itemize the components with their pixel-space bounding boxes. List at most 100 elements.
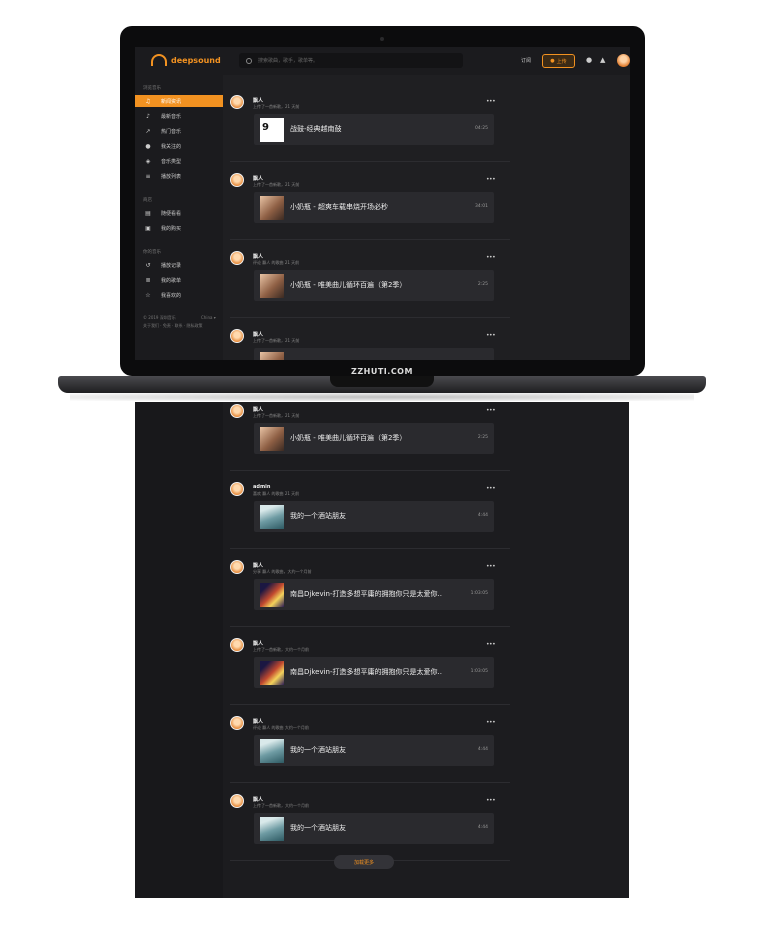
note-icon: ♪ <box>146 112 150 120</box>
queue-icon: ≣ <box>145 276 151 284</box>
post-username[interactable]: 飘人 <box>253 175 263 182</box>
more-options-icon[interactable]: ••• <box>486 641 496 648</box>
language-selector[interactable]: China ▾ <box>201 315 216 320</box>
track-title[interactable]: 小奶瓶 - 超爽车载串烧开场必秒 <box>290 202 388 212</box>
logo[interactable]: deepsound <box>151 54 221 66</box>
bag-icon: ▣ <box>145 224 151 232</box>
chart-icon: ↗ <box>145 127 151 135</box>
track-card[interactable]: 9 战鼓-经典越南鼓 04:25 <box>254 114 494 145</box>
post-divider <box>230 317 510 318</box>
sidebar-item[interactable]: ↗ 热门音乐 <box>135 125 223 137</box>
more-options-icon[interactable]: ••• <box>486 485 496 492</box>
track-title[interactable]: 我的一个酒站朋友 <box>290 823 346 833</box>
track-cover[interactable] <box>260 661 284 685</box>
post-avatar[interactable] <box>230 482 244 496</box>
post-username[interactable]: 飘人 <box>253 331 263 338</box>
track-card[interactable]: 小奶瓶 - 唯美曲儿循环百遍（第2季） 2:25 <box>254 423 494 454</box>
sidebar-item[interactable]: ♪ 最新音乐 <box>135 110 223 122</box>
post-meta: 上传了一首新歌，大约一个月前 <box>253 647 309 652</box>
track-title[interactable]: 南昌Djkevin-打造多想平庸的拥抱你只是太爱你.. <box>290 667 442 677</box>
track-title[interactable]: 小奶瓶 - 唯美曲儿循环百遍（第2季） <box>290 280 406 290</box>
track-cover[interactable] <box>260 274 284 298</box>
track-cover[interactable] <box>260 739 284 763</box>
post-avatar[interactable] <box>230 404 244 418</box>
track-card[interactable]: 我的一个酒站朋友 4:44 <box>254 735 494 766</box>
track-card[interactable]: 小奶瓶 - 唯美曲儿循环百遍（第2季） 2:25 <box>254 270 494 301</box>
track-card[interactable]: 我的一个酒站朋友 4:44 <box>254 813 494 844</box>
track-cover[interactable] <box>260 817 284 841</box>
more-options-icon[interactable]: ••• <box>486 254 496 261</box>
post-meta: 上传了一首新歌，大约一个月前 <box>253 803 309 808</box>
post-divider <box>230 782 510 783</box>
sidebar-item[interactable]: ▤ 随便看看 <box>135 207 223 219</box>
more-options-icon[interactable]: ••• <box>486 563 496 570</box>
more-options-icon[interactable]: ••• <box>486 332 496 339</box>
upload-button[interactable]: ● 上传 <box>542 54 575 68</box>
sidebar-item[interactable]: ↺ 播放记录 <box>135 259 223 271</box>
track-cover[interactable] <box>260 352 284 360</box>
more-options-icon[interactable]: ••• <box>486 98 496 105</box>
track-card[interactable]: 我的一个酒站朋友 4:44 <box>254 501 494 532</box>
more-options-icon[interactable]: ••• <box>486 797 496 804</box>
bell-icon[interactable]: ▲ <box>600 57 605 64</box>
post-avatar[interactable] <box>230 251 244 265</box>
page-sidebar-strip <box>135 402 223 898</box>
post-username[interactable]: 飘人 <box>253 796 263 803</box>
track-duration: 34:01 <box>475 204 488 209</box>
message-icon[interactable]: ● <box>586 57 592 64</box>
track-title[interactable]: 我的一个酒站朋友 <box>290 511 346 521</box>
post-username[interactable]: admin <box>253 484 270 490</box>
track-cover[interactable] <box>260 583 284 607</box>
sidebar-item[interactable]: ▣ 我的购买 <box>135 222 223 234</box>
post-avatar[interactable] <box>230 329 244 343</box>
track-cover[interactable] <box>260 427 284 451</box>
subscribe-link[interactable]: 订阅 <box>521 57 531 64</box>
track-card[interactable] <box>254 348 494 360</box>
post-divider <box>230 626 510 627</box>
user-avatar[interactable] <box>617 54 630 67</box>
sidebar-item[interactable]: ● 我关注的 <box>135 140 223 152</box>
post-avatar[interactable] <box>230 794 244 808</box>
post-avatar[interactable] <box>230 638 244 652</box>
more-options-icon[interactable]: ••• <box>486 719 496 726</box>
top-bar: deepsound 搜索歌曲，歌手，歌单等。 订阅 ● 上传 ● ▲ <box>135 47 630 75</box>
load-more-button[interactable]: 加载更多 <box>334 855 394 869</box>
post-username[interactable]: 飘人 <box>253 640 263 647</box>
sidebar-item[interactable]: ≡ 播放列表 <box>135 170 223 182</box>
track-title[interactable]: 南昌Djkevin-打造多想平庸的拥抱你只是太爱你.. <box>290 589 442 599</box>
sidebar-item[interactable]: ♫ 新闻资讯 <box>135 95 223 107</box>
track-cover[interactable]: 9 <box>260 118 284 142</box>
sidebar-item[interactable]: ◈ 音乐类型 <box>135 155 223 167</box>
track-duration: 4:44 <box>477 747 488 752</box>
post-avatar[interactable] <box>230 716 244 730</box>
post-username[interactable]: 飘人 <box>253 253 263 260</box>
post-meta: 分享 飘人 的歌曲，大约一个月前 <box>253 569 312 574</box>
track-card[interactable]: 南昌Djkevin-打造多想平庸的拥抱你只是太爱你.. 1:03:05 <box>254 579 494 610</box>
track-title[interactable]: 战鼓-经典越南鼓 <box>290 124 342 134</box>
post-username[interactable]: 飘人 <box>253 406 263 413</box>
sidebar-item[interactable]: ☆ 我喜欢的 <box>135 289 223 301</box>
more-options-icon[interactable]: ••• <box>486 407 496 414</box>
sidebar-item-label: 新闻资讯 <box>161 98 182 105</box>
post-username[interactable]: 飘人 <box>253 562 263 569</box>
search-input[interactable]: 搜索歌曲，歌手，歌单等。 <box>239 53 463 68</box>
post-avatar[interactable] <box>230 173 244 187</box>
post-meta: 上传了一首新歌，21 天前 <box>253 338 300 343</box>
post-username[interactable]: 飘人 <box>253 718 263 725</box>
post-avatar[interactable] <box>230 560 244 574</box>
sidebar-footer-links[interactable]: 关于我们 · 免责 · 联系 · 隐私政策 <box>143 323 202 329</box>
track-cover[interactable] <box>260 505 284 529</box>
track-card[interactable]: 小奶瓶 - 超爽车载串烧开场必秒 34:01 <box>254 192 494 223</box>
track-duration: 1:03:05 <box>470 669 488 674</box>
track-title[interactable]: 小奶瓶 - 唯美曲儿循环百遍（第2季） <box>290 433 406 443</box>
post-avatar[interactable] <box>230 95 244 109</box>
post-username[interactable]: 飘人 <box>253 97 263 104</box>
track-cover[interactable] <box>260 196 284 220</box>
drop-icon: ● <box>145 142 151 150</box>
track-card[interactable]: 南昌Djkevin-打造多想平庸的拥抱你只是太爱你.. 1:03:05 <box>254 657 494 688</box>
track-title[interactable]: 我的一个酒站朋友 <box>290 745 346 755</box>
sidebar: 浏览音乐 ♫ 新闻资讯 ♪ 最新音乐 ↗ 热门音乐 ● 我关注的 ◈ 音乐类型 ≡ 播放列表 商店 ▤… <box>135 75 223 360</box>
sidebar-item[interactable]: ≣ 我的歌单 <box>135 274 223 286</box>
more-options-icon[interactable]: ••• <box>486 176 496 183</box>
headphones-icon <box>151 54 167 66</box>
